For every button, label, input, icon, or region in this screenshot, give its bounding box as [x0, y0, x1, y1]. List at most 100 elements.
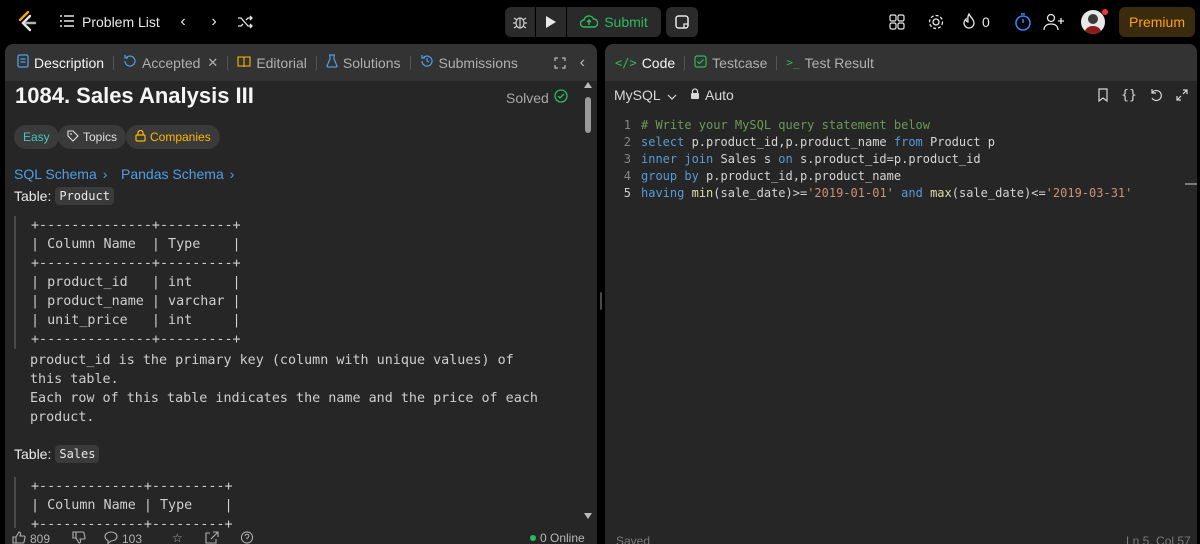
- code-icon: </>: [615, 55, 637, 70]
- description-line: Each row of this table indicates the nam…: [30, 391, 538, 406]
- description-footer: [5, 528, 597, 544]
- table-product-heading: Table: Product: [14, 187, 114, 205]
- share-icon[interactable]: [205, 531, 219, 544]
- chevron-down-icon: [667, 87, 677, 103]
- line-number: 4: [623, 168, 631, 183]
- description-line: product.: [30, 410, 95, 425]
- ascii-line: +--------------+---------+: [31, 218, 241, 233]
- code-line[interactable]: 1 # Write your MySQL query statement belo…: [605, 116, 1197, 133]
- star-icon[interactable]: ☆: [172, 531, 183, 544]
- tab-code[interactable]: </> Code: [609, 44, 681, 81]
- code-text: group by p.product_id,p.product_name: [641, 168, 902, 183]
- code-text: # Write your MySQL query statement below: [641, 117, 930, 132]
- avatar[interactable]: [1081, 10, 1105, 34]
- tab-accepted-label: Accepted: [142, 54, 201, 71]
- editor-scrollbar[interactable]: [1185, 183, 1197, 185]
- description-line: this table.: [30, 372, 119, 387]
- notes-icon[interactable]: [666, 7, 698, 37]
- premium-button[interactable]: Premium: [1119, 7, 1195, 37]
- timer-icon[interactable]: [1012, 12, 1034, 32]
- close-icon[interactable]: ✕: [207, 55, 218, 71]
- code-line[interactable]: 3 inner join Sales s on s.product_id=p.pr…: [605, 150, 1197, 167]
- submit-label: Submit: [604, 14, 648, 30]
- ascii-line: +--------------+---------+: [31, 332, 241, 347]
- product-description: product_id is the primary key (column wi…: [30, 351, 538, 427]
- companies-chip[interactable]: Companies: [126, 125, 220, 149]
- scroll-up-arrow[interactable]: [584, 82, 592, 88]
- code-text: having min(sale_date)>='2019-01-01' and …: [641, 185, 1133, 200]
- help-icon[interactable]: [240, 531, 254, 544]
- tab-separator: [315, 55, 317, 70]
- code-line[interactable]: 2 select p.product_id,p.product_name from…: [605, 133, 1197, 150]
- play-icon[interactable]: [536, 7, 566, 37]
- tab-testcase[interactable]: Testcase: [688, 44, 773, 81]
- tab-editorial-label: Editorial: [256, 54, 307, 71]
- tab-separator: [227, 55, 229, 70]
- topics-chip[interactable]: Topics: [58, 125, 127, 149]
- bookmark-icon[interactable]: [1095, 87, 1111, 103]
- gear-icon[interactable]: [926, 12, 946, 32]
- scroll-down-arrow[interactable]: [584, 513, 592, 519]
- tab-accepted[interactable]: Accepted ✕: [117, 44, 224, 81]
- ascii-line: +-------------+---------+: [31, 479, 233, 494]
- streak-counter[interactable]: 0: [962, 12, 990, 32]
- like-button[interactable]: 809: [12, 531, 50, 544]
- lock-icon: [135, 129, 146, 145]
- tab-test-result[interactable]: >_ Test Result: [780, 44, 880, 81]
- history-icon: [123, 54, 137, 71]
- ascii-line: | product_id | int |: [31, 275, 241, 290]
- braces-icon[interactable]: {}: [1121, 87, 1137, 103]
- expand-icon[interactable]: [1174, 87, 1190, 103]
- tab-submissions[interactable]: Submissions: [414, 44, 524, 81]
- problem-list-button[interactable]: Problem List: [60, 12, 160, 32]
- left-panel-tabs: Description Accepted ✕ Editorial Solutio…: [5, 44, 597, 81]
- cloud-upload-icon: [580, 14, 599, 31]
- add-user-icon[interactable]: [1042, 12, 1066, 32]
- chevron-left-icon[interactable]: ‹: [174, 12, 192, 32]
- comments-button[interactable]: 103: [104, 531, 142, 544]
- undo-icon[interactable]: [1148, 87, 1164, 103]
- tab-editorial[interactable]: Editorial: [231, 44, 313, 81]
- ascii-line: | Column Name | Type |: [31, 498, 233, 513]
- pandas-schema-link[interactable]: Pandas Schema ›: [121, 166, 234, 182]
- shuffle-icon[interactable]: [234, 12, 256, 32]
- tab-test-result-label: Test Result: [804, 54, 874, 71]
- submit-button[interactable]: Submit: [567, 7, 661, 37]
- sales-schema-table: +-------------+---------+ | Column Name …: [14, 477, 233, 528]
- status-badge: Solved: [506, 89, 568, 106]
- code-editor[interactable]: 1 # Write your MySQL query statement belo…: [605, 116, 1197, 201]
- thumbs-up-icon: [12, 531, 26, 544]
- expand-icon[interactable]: [554, 56, 566, 69]
- resize-handle[interactable]: [600, 292, 602, 310]
- list-icon: [60, 14, 74, 30]
- sql-schema-link[interactable]: SQL Schema ›: [14, 166, 107, 182]
- comment-icon: [104, 531, 118, 544]
- online-dot: [530, 535, 536, 541]
- top-navbar: Problem List ‹ › Submit 0 Premium: [0, 0, 1200, 44]
- chevron-left-icon[interactable]: ‹: [580, 54, 585, 72]
- streak-count: 0: [982, 14, 990, 30]
- tab-description[interactable]: Description: [11, 44, 110, 81]
- chevron-right-icon: ›: [102, 166, 108, 182]
- table-name-chip: Sales: [55, 445, 100, 463]
- like-count: 809: [30, 532, 51, 544]
- tab-solutions[interactable]: Solutions: [320, 44, 407, 81]
- pandas-schema-label: Pandas Schema: [121, 166, 224, 182]
- layout-icon[interactable]: [886, 12, 908, 32]
- code-text: select p.product_id,p.product_name from …: [641, 134, 996, 149]
- tab-testcase-label: Testcase: [712, 54, 768, 71]
- scrollbar-thumb[interactable]: [585, 97, 591, 133]
- code-line[interactable]: 4 group by p.product_id,p.product_name: [605, 167, 1197, 184]
- bug-icon[interactable]: [505, 7, 535, 37]
- tab-separator: [684, 55, 686, 70]
- ascii-line: +--------------+---------+: [31, 256, 241, 271]
- language-label: MySQL: [614, 87, 661, 103]
- leetcode-logo-icon[interactable]: [14, 10, 38, 34]
- thumbs-down-icon[interactable]: [72, 531, 86, 544]
- auto-mode-toggle[interactable]: Auto: [690, 87, 734, 103]
- code-line[interactable]: 5 having min(sale_date)>='2019-01-01' and…: [605, 184, 1197, 201]
- chevron-right-icon[interactable]: ›: [205, 12, 223, 32]
- ascii-line: | Column Name | Type |: [31, 237, 241, 252]
- difficulty-badge: Easy: [14, 125, 59, 149]
- language-select[interactable]: MySQL: [614, 87, 677, 103]
